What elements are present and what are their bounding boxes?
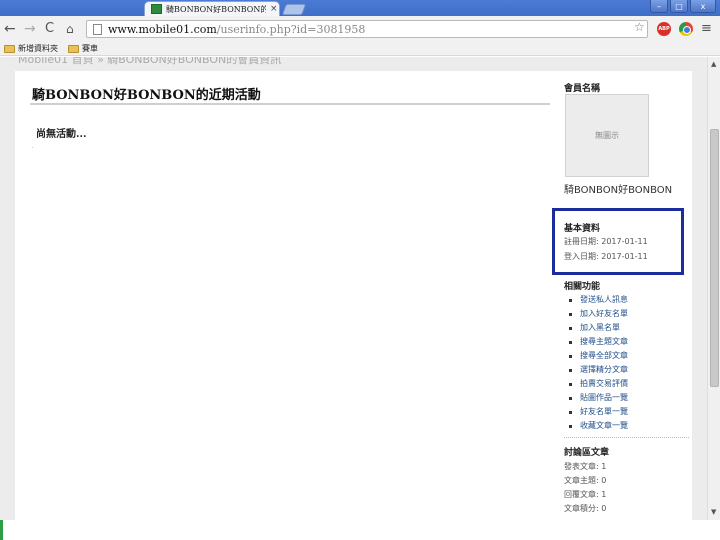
forward-arrow-icon[interactable]: →	[24, 20, 36, 38]
bullet-icon	[569, 424, 572, 428]
heading-divider	[30, 103, 550, 105]
func-label: 拍賣交易評價	[580, 379, 628, 388]
no-activity-text: 尚無活動...	[36, 129, 87, 140]
browser-toolbar: ← → C ⌂ www.mobile01.com /userinfo.php?i…	[0, 16, 720, 42]
func-add-friend[interactable]: 加入好友名單	[569, 307, 628, 321]
func-label: 搜尋主題文章	[580, 337, 628, 346]
back-arrow-icon[interactable]: ←	[4, 20, 16, 38]
folder-icon	[68, 44, 79, 53]
page-viewport: Mobile01 首頁 » 騎BONBON好BONBON的會員資訊 騎BONBO…	[0, 57, 707, 540]
basic-info-heading: 基本資料	[564, 224, 601, 234]
window-controls: – □ x	[650, 0, 716, 13]
avatar: 無圖示	[565, 94, 649, 177]
func-label: 加入黑名單	[580, 323, 620, 332]
title-bar: 騎BONBON好BONBON的近 × – □ x	[0, 0, 720, 16]
bookmark-folder-racing[interactable]: 賽車	[68, 43, 98, 54]
bookmarks-bar: 新增資料夾 賽車	[0, 42, 720, 56]
func-friend-list[interactable]: 好友名單一覽	[569, 405, 628, 419]
register-date: 註冊日期: 2017-01-11	[564, 237, 648, 246]
url-host: www.mobile01.com	[108, 22, 217, 36]
forum-posts-count: 發表文章: 1	[564, 462, 607, 471]
func-photo-list[interactable]: 貼圖作品一覽	[569, 391, 628, 405]
avatar-placeholder-text: 無圖示	[595, 131, 619, 140]
bookmark-star-icon[interactable]: ☆	[634, 21, 645, 33]
bullet-icon	[569, 368, 572, 372]
close-window-button[interactable]: x	[690, 0, 716, 13]
menu-icon[interactable]: ≡	[701, 20, 712, 38]
func-label: 收藏文章一覽	[580, 421, 628, 430]
func-auction-rating[interactable]: 拍賣交易評價	[569, 377, 628, 391]
bookmark-label: 新增資料夾	[18, 44, 58, 53]
green-edge-strip	[0, 520, 3, 540]
member-name: 騎BONBON好BONBON	[564, 185, 673, 196]
forum-replies-count: 回覆文章: 1	[564, 490, 607, 499]
scroll-thumb[interactable]	[710, 129, 719, 387]
func-label: 發送私人訊息	[580, 295, 628, 304]
new-tab-button[interactable]	[281, 4, 307, 15]
func-search-topics[interactable]: 搜尋主題文章	[569, 335, 628, 349]
mobile01-favicon-icon	[151, 4, 162, 14]
page-icon	[93, 23, 102, 35]
bullet-icon	[569, 354, 572, 358]
vertical-scrollbar[interactable]: ▲ ▼	[707, 57, 720, 520]
page-title: 騎BONBON好BONBON的近期活動	[32, 88, 261, 103]
bullet-icon	[569, 340, 572, 344]
chrome-extension-icon[interactable]	[679, 22, 693, 36]
tab-active[interactable]: 騎BONBON好BONBON的近 ×	[144, 1, 280, 16]
bullet-icon	[569, 410, 572, 414]
bookmark-folder-new[interactable]: 新增資料夾	[4, 43, 58, 54]
tab-close-icon[interactable]: ×	[270, 4, 278, 14]
bullet-icon	[569, 396, 572, 400]
scroll-down-arrow-icon[interactable]: ▼	[711, 509, 716, 516]
minimize-button[interactable]: –	[650, 0, 668, 13]
func-selected-posts[interactable]: 選擇精分文章	[569, 363, 628, 377]
func-label: 選擇精分文章	[580, 365, 628, 374]
bullet-icon	[569, 312, 572, 316]
func-label: 貼圖作品一覽	[580, 393, 628, 402]
content-panel: 騎BONBON好BONBON的近期活動 尚無活動... 會員名稱 無圖示 騎BO…	[15, 71, 692, 540]
home-icon[interactable]: ⌂	[66, 20, 74, 38]
func-label: 搜尋全部文章	[580, 351, 628, 360]
adblock-extension-icon[interactable]: ABP	[657, 22, 671, 36]
func-label: 加入好友名單	[580, 309, 628, 318]
tab-title: 騎BONBON好BONBON的近	[166, 4, 266, 14]
url-path: /userinfo.php?id=3081958	[216, 22, 366, 36]
member-sidebar: 會員名稱 無圖示 騎BONBON好BONBON 基本資料 註冊日期: 2017-…	[552, 71, 692, 540]
func-add-blacklist[interactable]: 加入黑名單	[569, 321, 628, 335]
func-send-message[interactable]: 發送私人訊息	[569, 293, 628, 307]
related-functions-heading: 相關功能	[564, 282, 601, 292]
scroll-up-arrow-icon[interactable]: ▲	[711, 61, 716, 68]
forum-topics-count: 文章主題: 0	[564, 476, 607, 485]
func-search-all[interactable]: 搜尋全部文章	[569, 349, 628, 363]
bottom-area	[0, 520, 720, 540]
breadcrumb[interactable]: Mobile01 首頁 » 騎BONBON好BONBON的會員資訊	[18, 57, 281, 67]
section-divider	[564, 437, 689, 438]
folder-icon	[4, 44, 15, 53]
bullet-icon	[569, 298, 572, 302]
bullet-icon	[569, 382, 572, 386]
func-favorites-list[interactable]: 收藏文章一覽	[569, 419, 628, 433]
related-functions-list: 發送私人訊息 加入好友名單 加入黑名單 搜尋主題文章 搜尋全部文章 選擇精分文章…	[569, 293, 628, 433]
login-date: 登入日期: 2017-01-11	[564, 252, 648, 261]
forum-score: 文章積分: 0	[564, 504, 607, 513]
address-bar[interactable]: www.mobile01.com /userinfo.php?id=308195…	[86, 20, 648, 38]
forum-posts-heading: 討論區文章	[564, 448, 610, 458]
bookmark-label: 賽車	[82, 44, 98, 53]
reload-icon[interactable]: C	[45, 20, 54, 38]
browser-window: 騎BONBON好BONBON的近 × – □ x ← → C ⌂ www.mob…	[0, 0, 720, 540]
maximize-button[interactable]: □	[670, 0, 688, 13]
member-name-heading: 會員名稱	[564, 84, 601, 94]
decorative-dot	[32, 147, 33, 148]
func-label: 好友名單一覽	[580, 407, 628, 416]
bullet-icon	[569, 326, 572, 330]
